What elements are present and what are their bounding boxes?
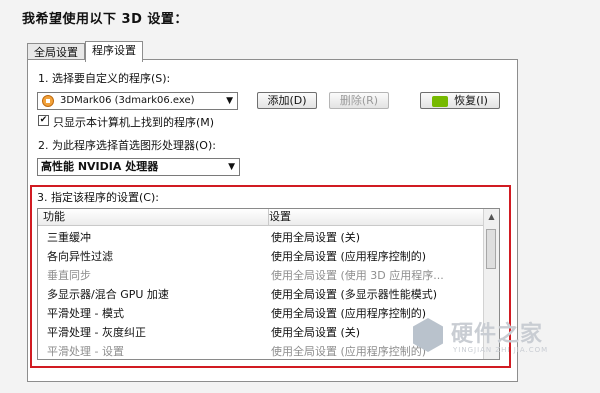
page-heading: 我希望使用以下 3D 设置： (22, 12, 188, 27)
feature-setting: 使用全局设置 (关) (271, 326, 361, 339)
watermark-logo-icon (413, 318, 443, 352)
watermark: 硬件之家 YINGJIAN ZHI JIA.COM (413, 316, 583, 362)
feature-name: 三重缓冲 (47, 231, 91, 244)
scrollbar-thumb[interactable] (486, 229, 496, 269)
step3-label: 3. 指定该程序的设置(C): (37, 191, 159, 204)
feature-name: 平滑处理 - 设置 (47, 345, 124, 358)
program-select[interactable]: 3DMark06 (3dmark06.exe) ▼ (37, 92, 238, 110)
delete-button[interactable]: 删除(R) (329, 92, 389, 109)
chevron-down-icon: ▼ (228, 162, 235, 172)
scroll-up-icon[interactable]: ▲ (484, 209, 499, 224)
program-app-icon (42, 95, 54, 107)
settings-row[interactable]: 各向异性过滤 使用全局设置 (应用程序控制的) (38, 246, 484, 265)
step2-label: 2. 为此程序选择首选图形处理器(O): (38, 139, 216, 152)
gpu-select[interactable]: 高性能 NVIDIA 处理器 ▼ (37, 158, 240, 176)
add-button[interactable]: 添加(D) (257, 92, 317, 109)
step1-label: 1. 选择要自定义的程序(S): (38, 72, 171, 85)
watermark-subtext: YINGJIAN ZHI JIA.COM (453, 346, 549, 354)
feature-name: 各向异性过滤 (47, 250, 113, 263)
feature-setting: 使用全局设置 (应用程序控制的) (271, 250, 427, 263)
feature-name: 平滑处理 - 灰度纠正 (47, 326, 146, 339)
column-header-feature[interactable]: 功能 (38, 209, 269, 226)
show-found-programs-checkbox[interactable]: ✔ (38, 115, 49, 126)
nvidia-icon (432, 95, 449, 107)
column-header-setting[interactable]: 设置 (269, 209, 484, 226)
settings-row[interactable]: 三重缓冲 使用全局设置 (关) (38, 227, 484, 246)
feature-setting: 使用全局设置 (应用程序控制的) (271, 307, 427, 320)
feature-setting: 使用全局设置 (使用 3D 应用程序... (271, 269, 444, 282)
feature-name: 垂直同步 (47, 269, 91, 282)
gpu-select-value: 高性能 NVIDIA 处理器 (41, 160, 159, 173)
chevron-down-icon: ▼ (226, 96, 233, 106)
watermark-text: 硬件之家 (451, 322, 544, 347)
settings-row[interactable]: 垂直同步 使用全局设置 (使用 3D 应用程序... (38, 265, 484, 284)
settings-row[interactable]: 多显示器/混合 GPU 加速 使用全局设置 (多显示器性能模式) (38, 284, 484, 303)
restore-button-label: 恢复(I) (454, 94, 488, 107)
show-found-programs-label: 只显示本计算机上找到的程序(M) (53, 116, 215, 129)
program-select-value: 3DMark06 (3dmark06.exe) (60, 95, 195, 106)
feature-name: 平滑处理 - 模式 (47, 307, 124, 320)
feature-name: 多显示器/混合 GPU 加速 (47, 288, 169, 301)
restore-button[interactable]: 恢复(I) (420, 92, 500, 109)
tab-program-settings[interactable]: 程序设置 (85, 41, 143, 62)
feature-setting: 使用全局设置 (多显示器性能模式) (271, 288, 438, 301)
feature-setting: 使用全局设置 (关) (271, 231, 361, 244)
feature-setting: 使用全局设置 (应用程序控制的) (271, 345, 427, 358)
